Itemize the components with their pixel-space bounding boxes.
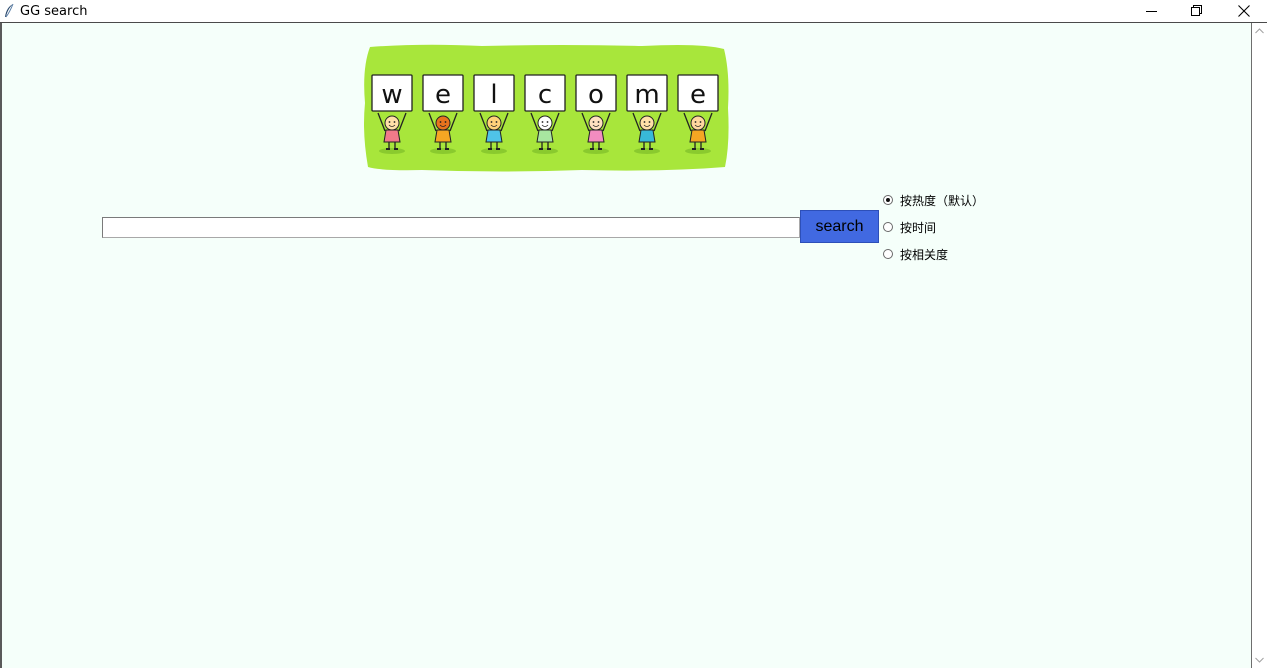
sort-option-time[interactable]: 按时间 [883, 218, 936, 236]
sort-option-label: 按热度（默认） [900, 193, 985, 208]
banner-letter: e [690, 80, 706, 110]
restore-icon [1191, 5, 1202, 16]
banner-letter: e [435, 80, 451, 110]
welcome-banner-image: w e l c om e [364, 44, 729, 172]
close-icon [1238, 5, 1250, 17]
banner-letter: l [490, 80, 497, 110]
minimize-icon [1146, 11, 1157, 12]
feather-icon [5, 3, 14, 18]
radio-button[interactable] [883, 249, 893, 259]
scroll-up-arrow-icon[interactable] [1255, 28, 1264, 34]
banner-letter: m [634, 80, 659, 110]
search-input[interactable] [102, 217, 800, 238]
banner-letter: o [588, 80, 604, 110]
sort-option-label: 按相关度 [900, 247, 949, 262]
main-panel: w e l c om e search 按热度（默认） 按时间 按相关度 [0, 23, 1251, 668]
scroll-down-arrow-icon[interactable] [1255, 657, 1264, 663]
minimize-button[interactable] [1129, 0, 1175, 22]
radio-button[interactable] [883, 222, 893, 232]
search-button[interactable]: search [800, 210, 879, 243]
sort-option-relevance[interactable]: 按相关度 [883, 245, 948, 263]
title-bar[interactable]: GG search [0, 0, 1267, 23]
window-title: GG search [20, 4, 88, 19]
close-button[interactable] [1221, 0, 1267, 22]
sort-option-popularity[interactable]: 按热度（默认） [883, 191, 984, 209]
restore-button[interactable] [1174, 0, 1220, 22]
banner-letter: c [538, 80, 552, 110]
sort-option-label: 按时间 [900, 220, 937, 235]
radio-button-selected[interactable] [883, 195, 893, 205]
vertical-scrollbar[interactable] [1251, 23, 1267, 668]
banner-letter: w [381, 80, 402, 110]
